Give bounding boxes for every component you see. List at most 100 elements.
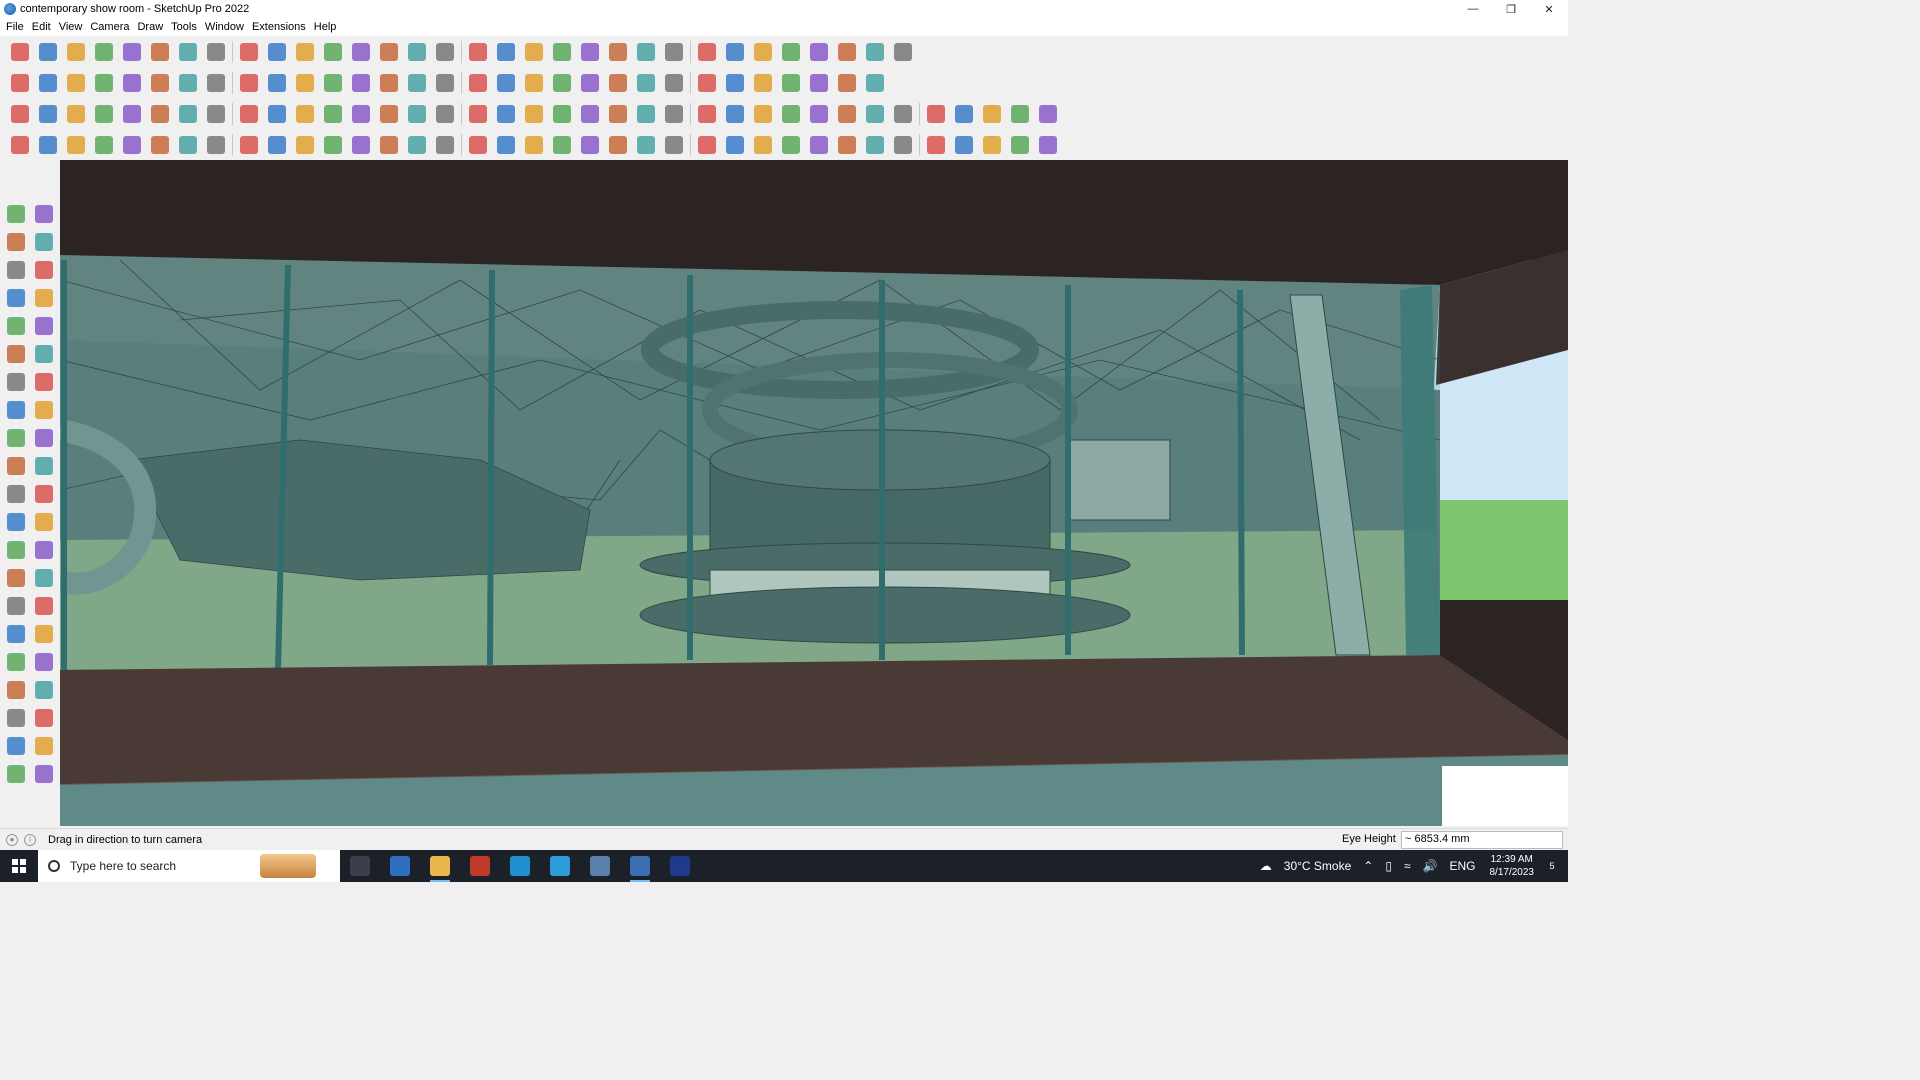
warehouse-icon[interactable] <box>520 39 548 65</box>
zoom-window-icon[interactable] <box>464 39 492 65</box>
box-icon[interactable] <box>319 132 347 158</box>
user-icon[interactable] <box>632 39 660 65</box>
menu-file[interactable]: File <box>4 21 30 33</box>
menu-draw[interactable]: Draw <box>135 21 169 33</box>
wifi-icon[interactable]: ≈ <box>1404 859 1411 873</box>
orbit-icon[interactable] <box>403 39 431 65</box>
grid-icon[interactable] <box>889 132 917 158</box>
magnet-icon[interactable] <box>693 101 721 127</box>
bolt-icon[interactable] <box>403 132 431 158</box>
material-icon[interactable] <box>861 70 889 96</box>
layers-icon[interactable] <box>2 760 30 788</box>
zoom-extents-icon[interactable] <box>2 648 30 676</box>
previous-view-icon[interactable] <box>30 648 58 676</box>
push-pull-icon[interactable] <box>30 424 58 452</box>
section-plane-icon[interactable] <box>660 39 688 65</box>
vertex-icon[interactable] <box>34 132 62 158</box>
mark-icon[interactable] <box>950 101 978 127</box>
axes-icon[interactable] <box>2 564 30 592</box>
curve-icon[interactable] <box>291 101 319 127</box>
rectangle-icon[interactable] <box>2 312 30 340</box>
top-view-icon[interactable] <box>34 70 62 96</box>
select-icon[interactable] <box>34 39 62 65</box>
scale-icon[interactable] <box>2 480 30 508</box>
menu-extensions[interactable]: Extensions <box>250 21 312 33</box>
back-view-icon[interactable] <box>118 70 146 96</box>
link-icon[interactable] <box>749 101 777 127</box>
pan-icon[interactable] <box>30 592 58 620</box>
task-view-icon[interactable] <box>340 850 380 882</box>
cone-icon[interactable] <box>431 101 459 127</box>
acrobat-icon[interactable] <box>460 850 500 882</box>
sandbox-icon[interactable] <box>889 39 917 65</box>
fx-icon[interactable] <box>464 70 492 96</box>
arc-icon[interactable] <box>660 70 688 96</box>
import-icon[interactable] <box>777 39 805 65</box>
undo-icon[interactable] <box>833 39 861 65</box>
warehouse-icon[interactable] <box>431 70 459 96</box>
knot-icon[interactable] <box>548 101 576 127</box>
tree-icon[interactable] <box>721 101 749 127</box>
tilt-icon[interactable] <box>291 132 319 158</box>
shape-icon[interactable] <box>749 70 777 96</box>
brush-icon[interactable] <box>118 132 146 158</box>
transform-icon[interactable] <box>777 70 805 96</box>
parallelogram-icon[interactable] <box>632 70 660 96</box>
menu-help[interactable]: Help <box>312 21 343 33</box>
arrow-icon[interactable] <box>492 132 520 158</box>
undo-arrow-icon[interactable] <box>118 101 146 127</box>
shard-icon[interactable] <box>174 132 202 158</box>
taskbar-search[interactable]: Type here to search <box>38 850 340 882</box>
hook-icon[interactable] <box>721 132 749 158</box>
follow-me-icon[interactable] <box>30 452 58 480</box>
curl-icon[interactable] <box>520 101 548 127</box>
store-icon[interactable] <box>500 850 540 882</box>
component-icon[interactable] <box>6 101 34 127</box>
chain-icon[interactable] <box>263 101 291 127</box>
hatch-icon[interactable] <box>922 101 950 127</box>
tag-icon[interactable] <box>492 70 520 96</box>
move-icon[interactable] <box>235 39 263 65</box>
follow-me-icon[interactable] <box>202 39 230 65</box>
file-explorer-icon[interactable] <box>420 850 460 882</box>
language-indicator[interactable]: ENG <box>1449 859 1475 873</box>
export-icon[interactable] <box>805 39 833 65</box>
spiral-icon[interactable] <box>693 70 721 96</box>
grid-icon[interactable] <box>1034 132 1062 158</box>
frame-icon[interactable] <box>861 101 889 127</box>
triangle-icon[interactable] <box>347 132 375 158</box>
section-display-icon[interactable] <box>2 732 30 760</box>
geo-location-icon[interactable]: ● <box>6 833 18 846</box>
menu-view[interactable]: View <box>57 21 89 33</box>
menu-edit[interactable]: Edit <box>30 21 57 33</box>
house-outline-icon[interactable] <box>403 70 431 96</box>
section-display-icon[interactable] <box>693 39 721 65</box>
hidden-line-icon[interactable] <box>263 70 291 96</box>
orbit-icon[interactable] <box>2 592 30 620</box>
bridge-icon[interactable] <box>235 101 263 127</box>
weather-text[interactable]: 30°C Smoke <box>1284 859 1352 873</box>
chevron-up-icon[interactable]: ⌃ <box>1363 859 1373 873</box>
pencil-icon[interactable] <box>90 39 118 65</box>
curve-icon[interactable] <box>721 70 749 96</box>
corner-icon[interactable] <box>235 132 263 158</box>
grid-icon[interactable] <box>805 132 833 158</box>
square-icon[interactable] <box>146 101 174 127</box>
calculator-icon[interactable] <box>380 850 420 882</box>
rotate-icon[interactable] <box>263 39 291 65</box>
twist-icon[interactable] <box>146 132 174 158</box>
monochrome-icon[interactable] <box>347 70 375 96</box>
plus-icon[interactable] <box>375 101 403 127</box>
rotate-icon[interactable] <box>2 452 30 480</box>
push-pull-icon[interactable] <box>174 39 202 65</box>
flip-icon[interactable] <box>749 39 777 65</box>
nodes-icon[interactable] <box>319 101 347 127</box>
rotated-rect-icon[interactable] <box>30 312 58 340</box>
close-icon[interactable]: ✕ <box>1530 0 1568 18</box>
pan-icon[interactable] <box>431 39 459 65</box>
grid-icon[interactable] <box>1006 132 1034 158</box>
minimize-icon[interactable]: — <box>1454 0 1492 18</box>
dotted-icon[interactable] <box>1006 101 1034 127</box>
edge-icon[interactable] <box>540 850 580 882</box>
strand-icon[interactable] <box>604 132 632 158</box>
